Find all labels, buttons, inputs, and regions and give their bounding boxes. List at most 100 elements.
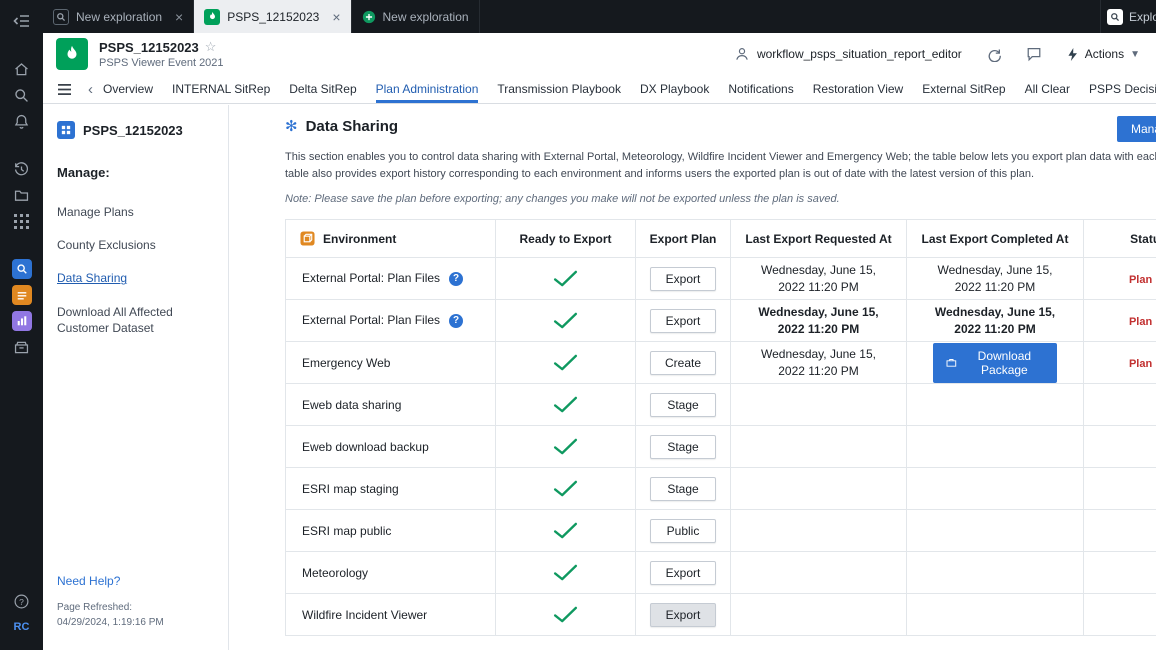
favorite-star-icon[interactable]: ☆ bbox=[205, 39, 217, 55]
plan-app-icon bbox=[57, 121, 75, 139]
export-action-button[interactable]: Public bbox=[650, 519, 716, 543]
environment-label: Eweb data sharing bbox=[302, 398, 401, 412]
chevron-left-icon[interactable]: ‹ bbox=[88, 81, 93, 98]
refresh-icon[interactable] bbox=[986, 46, 1002, 62]
environment-cell: Emergency Web bbox=[286, 342, 496, 384]
environment-label: Wildfire Incident Viewer bbox=[302, 608, 427, 622]
status-text: Plan ha bbox=[1129, 316, 1156, 328]
environment-label: Eweb download backup bbox=[302, 440, 429, 454]
chart-app-icon[interactable] bbox=[0, 308, 43, 334]
nav-tab-external-sitrep[interactable]: External SitRep bbox=[922, 75, 1005, 103]
requested-at-cell bbox=[731, 384, 907, 426]
ready-cell bbox=[496, 510, 636, 552]
requested-at-cell: Wednesday, June 15, 2022 11:20 PM bbox=[731, 258, 907, 300]
export-action-button[interactable]: Create bbox=[650, 351, 716, 375]
export-action-button[interactable]: Export bbox=[650, 561, 716, 585]
apps-grid-icon[interactable] bbox=[0, 208, 43, 234]
manage-button[interactable]: Manage bbox=[1117, 116, 1156, 142]
export-action-button[interactable]: Stage bbox=[650, 435, 716, 459]
need-help-link[interactable]: Need Help? bbox=[57, 574, 164, 588]
column-header-ready: Ready to Export bbox=[496, 220, 636, 258]
table-row: ESRI map public Public bbox=[286, 510, 1156, 552]
comment-icon[interactable] bbox=[1026, 46, 1042, 62]
check-icon bbox=[553, 565, 578, 579]
ready-cell bbox=[496, 258, 636, 300]
tab-exploration-partial[interactable]: Explo bbox=[1100, 0, 1156, 33]
side-link-download-all-affected-customer-dataset[interactable]: Download All Affected Customer Dataset bbox=[57, 304, 207, 336]
environment-label: External Portal: Plan Files bbox=[302, 313, 440, 327]
download-package-button[interactable]: Download Package bbox=[933, 343, 1057, 383]
tab-psps-12152023[interactable]: PSPS_12152023 × bbox=[194, 0, 351, 33]
tab-new-exploration-2[interactable]: New exploration bbox=[352, 0, 480, 33]
user-avatar[interactable]: RC bbox=[0, 614, 43, 640]
ready-cell bbox=[496, 300, 636, 342]
nav-tab-restoration-view[interactable]: Restoration View bbox=[813, 75, 904, 103]
notifications-bell-icon[interactable] bbox=[0, 108, 43, 134]
help-icon[interactable]: ? bbox=[0, 588, 43, 614]
tab-new-exploration-1[interactable]: New exploration × bbox=[43, 0, 194, 33]
storage-box-icon[interactable] bbox=[0, 334, 43, 360]
header-right-cluster: workflow_psps_situation_report_editor Ac… bbox=[734, 46, 1140, 62]
environment-cell: ESRI map public bbox=[286, 510, 496, 552]
close-icon[interactable]: × bbox=[332, 9, 340, 25]
panel-bottom: Need Help? Page Refreshed: 04/29/2024, 1… bbox=[57, 574, 164, 630]
status-cell bbox=[1084, 384, 1156, 426]
status-cell: Plan ha bbox=[1084, 258, 1156, 300]
status-cell bbox=[1084, 594, 1156, 636]
environment-cell: ESRI map staging bbox=[286, 468, 496, 510]
search-tab-icon bbox=[1107, 9, 1123, 25]
explorer-app-icon[interactable] bbox=[0, 256, 43, 282]
side-link-manage-plans[interactable]: Manage Plans bbox=[57, 204, 207, 220]
status-cell bbox=[1084, 510, 1156, 552]
search-icon[interactable] bbox=[0, 82, 43, 108]
check-icon bbox=[553, 271, 578, 285]
nav-tab-psps-decision-dashboard[interactable]: PSPS Decision Dashboard bbox=[1089, 75, 1156, 103]
menu-icon[interactable] bbox=[57, 83, 72, 96]
nav-tab-delta-sitrep[interactable]: Delta SitRep bbox=[289, 75, 356, 103]
app-header: PSPS_12152023 ☆ PSPS Viewer Event 2021 w… bbox=[43, 33, 1156, 75]
check-icon bbox=[553, 481, 578, 495]
nav-tab-dx-playbook[interactable]: DX Playbook bbox=[640, 75, 709, 103]
environment-label: ESRI map staging bbox=[302, 482, 399, 496]
environment-label: ESRI map public bbox=[302, 524, 391, 538]
requested-at-cell: Wednesday, June 15, 2022 11:20 PM bbox=[731, 300, 907, 342]
help-icon[interactable]: ? bbox=[449, 272, 463, 286]
export-action-button[interactable]: Export bbox=[650, 603, 716, 627]
table-header-row: Environment Ready to Export Export Plan … bbox=[286, 220, 1156, 258]
nav-tab-notifications[interactable]: Notifications bbox=[728, 75, 793, 103]
close-icon[interactable]: × bbox=[175, 9, 183, 25]
left-rail: ? RC bbox=[0, 0, 43, 650]
nav-tab-plan-administration[interactable]: Plan Administration bbox=[376, 75, 479, 103]
nav-tab-internal-sitrep[interactable]: INTERNAL SitRep bbox=[172, 75, 270, 103]
user-role-label: workflow_psps_situation_report_editor bbox=[757, 47, 962, 61]
environment-label: External Portal: Plan Files bbox=[302, 271, 440, 285]
export-action-button[interactable]: Stage bbox=[650, 393, 716, 417]
environment-cell: Eweb data sharing bbox=[286, 384, 496, 426]
home-icon[interactable] bbox=[0, 56, 43, 82]
export-action-button[interactable]: Export bbox=[650, 309, 716, 333]
workflow-nav-row: ‹ Overview INTERNAL SitRep Delta SitRep Pla… bbox=[43, 75, 1156, 104]
status-cell: Plan ha bbox=[1084, 342, 1156, 384]
completed-at-cell bbox=[907, 510, 1084, 552]
help-icon[interactable]: ? bbox=[449, 314, 463, 328]
column-header-status: Status bbox=[1084, 220, 1156, 258]
history-icon[interactable] bbox=[0, 156, 43, 182]
nav-tab-overview[interactable]: Overview bbox=[103, 75, 153, 103]
nav-tab-all-clear[interactable]: All Clear bbox=[1025, 75, 1070, 103]
export-plan-cell: Export bbox=[636, 258, 731, 300]
actions-button[interactable]: Actions ▼ bbox=[1066, 47, 1140, 62]
psps-app-icon bbox=[56, 38, 88, 70]
status-cell bbox=[1084, 468, 1156, 510]
side-link-data-sharing[interactable]: Data Sharing bbox=[57, 270, 207, 286]
sidebar-toggle-icon[interactable] bbox=[0, 8, 43, 34]
folder-icon[interactable] bbox=[0, 182, 43, 208]
export-action-button[interactable]: Stage bbox=[650, 477, 716, 501]
layers-app-icon[interactable] bbox=[0, 282, 43, 308]
export-action-button[interactable]: Export bbox=[650, 267, 716, 291]
nav-tab-transmission-playbook[interactable]: Transmission Playbook bbox=[497, 75, 621, 103]
user-role-menu[interactable]: workflow_psps_situation_report_editor bbox=[734, 46, 962, 62]
side-link-county-exclusions[interactable]: County Exclusions bbox=[57, 237, 207, 253]
completed-at-cell bbox=[907, 384, 1084, 426]
status-cell bbox=[1084, 552, 1156, 594]
export-plan-cell: Stage bbox=[636, 384, 731, 426]
